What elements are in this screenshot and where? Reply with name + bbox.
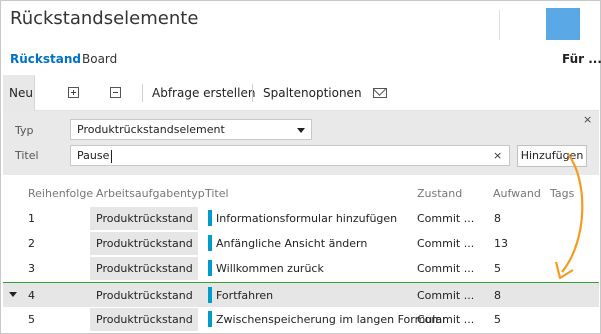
new-button[interactable]: Neu — [3, 75, 35, 111]
create-query-button[interactable]: Abfrage erstellen — [152, 86, 255, 100]
nav-tab-board[interactable]: Board — [82, 52, 117, 66]
work-item-color-bar — [208, 311, 212, 327]
new-button-label: Neu — [9, 86, 33, 100]
row-state: Commit ... — [417, 289, 475, 302]
text-caret — [111, 149, 113, 163]
column-header-order[interactable]: Reihenfolge — [28, 187, 93, 200]
work-item-color-bar — [208, 235, 212, 251]
table-row[interactable]: 1 Produktrückstand Informationsformular … — [3, 206, 599, 231]
nav-tab-backlog[interactable]: Rückstand — [10, 52, 81, 66]
row-order: 3 — [28, 262, 35, 275]
type-select[interactable]: Produktrückstandselement — [70, 119, 312, 140]
type-select-value: Produktrückstandselement — [77, 123, 225, 136]
title-input-value: Pause — [77, 149, 110, 162]
collapse-icon[interactable] — [110, 87, 121, 98]
type-label: Typ — [15, 124, 34, 137]
page-title: Rückstandselemente — [10, 8, 199, 29]
column-header-effort[interactable]: Aufwand — [493, 187, 541, 200]
row-state: Commit ... — [417, 212, 475, 225]
row-type: Produktrückstand — [90, 232, 198, 255]
row-order: 5 — [28, 313, 35, 326]
toolbar-divider — [252, 84, 253, 102]
row-type: Produktrückstand — [90, 207, 198, 230]
chevron-down-icon — [297, 128, 305, 133]
clear-icon[interactable]: × — [493, 149, 502, 162]
work-item-color-bar — [208, 260, 212, 276]
column-options-button[interactable]: Spaltenoptionen — [263, 86, 362, 100]
column-header-type[interactable]: Arbeitsaufgabentyp — [96, 187, 205, 200]
toolbar: Neu Abfrage erstellen Spaltenoptionen — [3, 75, 599, 111]
row-title[interactable]: Zwischenspeicherung im langen Formular — [216, 313, 447, 326]
curved-arrow-icon — [554, 153, 584, 280]
row-state: Commit ... — [417, 262, 475, 275]
nav-right-link[interactable]: Für ... — [562, 52, 601, 66]
mail-icon[interactable] — [373, 88, 387, 98]
row-effort: 5 — [494, 313, 501, 326]
row-expand-arrow-icon[interactable] — [9, 292, 17, 297]
header-divider — [499, 10, 500, 40]
table-row-selected[interactable]: 4 Produktrückstand Fortfahren Commit ...… — [3, 282, 599, 307]
row-type: Produktrückstand — [90, 257, 198, 280]
table-row[interactable]: 3 Produktrückstand Willkommen zurück Com… — [3, 256, 599, 281]
row-order: 1 — [28, 212, 35, 225]
expand-icon[interactable] — [68, 87, 79, 98]
row-title[interactable]: Anfängliche Ansicht ändern — [216, 237, 367, 250]
row-effort: 5 — [494, 262, 501, 275]
row-order: 4 — [28, 289, 35, 302]
row-state: Commit ... — [417, 313, 475, 326]
toolbar-divider — [142, 84, 143, 102]
work-item-color-bar — [208, 210, 212, 226]
row-effort: 13 — [494, 237, 508, 250]
row-effort: 8 — [494, 212, 501, 225]
row-title[interactable]: Informationsformular hinzufügen — [216, 212, 397, 225]
row-title[interactable]: Fortfahren — [216, 289, 273, 302]
work-item-color-bar — [208, 287, 212, 303]
column-header-state[interactable]: Zustand — [417, 187, 462, 200]
team-logo-icon — [546, 8, 580, 40]
nav-bar: Rückstand Board Für ... — [0, 50, 601, 72]
title-label: Titel — [15, 149, 39, 162]
close-icon[interactable]: × — [583, 113, 592, 126]
title-input[interactable]: Pause — [70, 145, 510, 166]
add-item-panel: × Typ Produktrückstandselement Titel Pau… — [3, 111, 599, 175]
row-effort: 8 — [494, 289, 501, 302]
table-row[interactable]: 2 Produktrückstand Anfängliche Ansicht ä… — [3, 231, 599, 256]
row-type: Produktrückstand — [96, 289, 193, 302]
row-order: 2 — [28, 237, 35, 250]
row-title[interactable]: Willkommen zurück — [216, 262, 324, 275]
row-state: Commit ... — [417, 237, 475, 250]
column-header-title[interactable]: Titel — [205, 187, 229, 200]
table-row[interactable]: 5 Produktrückstand Zwischenspeicherung i… — [3, 307, 599, 332]
row-type: Produktrückstand — [90, 308, 198, 331]
